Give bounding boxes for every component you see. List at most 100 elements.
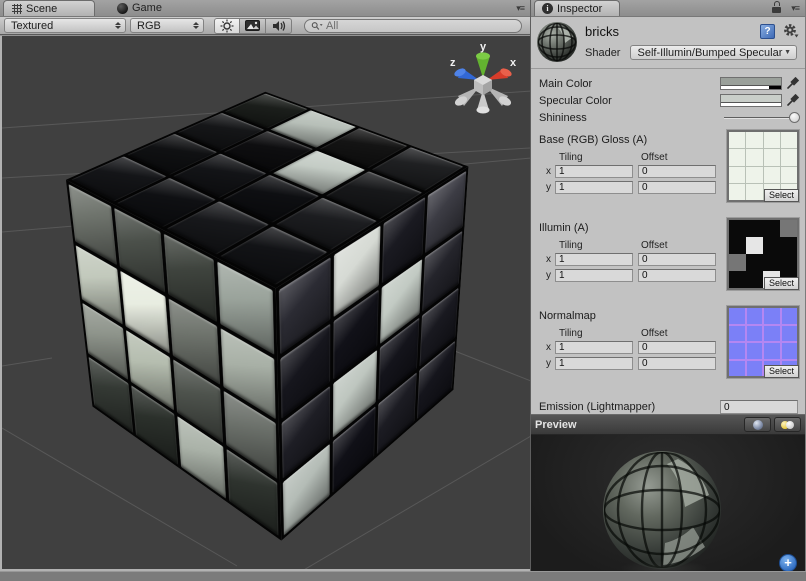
scene-tabbar: Scene Game ▾≡ — [0, 0, 530, 17]
dropdown-caret-icon: ▼ — [784, 49, 791, 56]
normalmap-offset-x-field[interactable] — [638, 341, 716, 354]
illumin-tiling-x-field[interactable] — [555, 253, 633, 266]
updown-arrows-icon — [115, 22, 121, 29]
preview-canvas[interactable]: + — [531, 435, 805, 580]
x-axis-label: x — [539, 254, 555, 265]
draw-mode-value: Textured — [11, 20, 53, 32]
gizmo-z-axis[interactable] — [453, 67, 479, 80]
offset-header: Offset — [641, 328, 721, 339]
scene-panel: Scene Game ▾≡ Textured RGB — [0, 0, 531, 571]
material-sphere-grid — [537, 22, 577, 62]
sun-icon — [220, 19, 234, 33]
texture-section-base: Base (RGB) Gloss (A) Tiling Offset x y — [539, 134, 799, 210]
orientation-gizmo[interactable]: y x z — [440, 38, 526, 124]
bricks-cube-object[interactable] — [30, 84, 500, 554]
draw-mode-dropdown[interactable]: Textured — [4, 18, 126, 33]
shader-dropdown[interactable]: Self-Illumin/Bumped Specular ▼ — [630, 45, 797, 60]
scene-search-field[interactable] — [304, 19, 522, 33]
inspector-panel-menu-icon[interactable]: ▾≡ — [791, 3, 799, 14]
material-header: bricks Shader Self-Illumin/Bumped Specul… — [531, 17, 805, 69]
preview-title: Preview — [535, 419, 577, 431]
illumin-offset-x-field[interactable] — [638, 253, 716, 266]
render-mode-value: RGB — [137, 20, 161, 32]
normalmap-tiling-y-field[interactable] — [555, 357, 633, 370]
gizmo-z-label: z — [450, 57, 456, 69]
updown-arrows-icon — [193, 22, 199, 29]
scene-toolbar: Textured RGB — [0, 17, 530, 35]
normalmap-texture-thumbnail[interactable]: Select — [727, 306, 799, 378]
illumin-tiling-y-field[interactable] — [555, 269, 633, 282]
gizmo-y-label: y — [480, 41, 487, 53]
scene-grid-icon — [12, 4, 22, 14]
sphere-icon — [753, 420, 763, 430]
illumin-texture-thumbnail[interactable]: Select — [727, 218, 799, 290]
preview-lighting-button[interactable] — [774, 417, 801, 432]
eyedropper-icon[interactable] — [786, 94, 799, 107]
scene-panel-menu-icon[interactable]: ▾≡ — [516, 3, 524, 14]
tab-inspector[interactable]: i Inspector — [534, 0, 620, 16]
preview-header[interactable]: Preview — [531, 415, 805, 435]
specular-color-label: Specular Color — [539, 95, 612, 107]
search-icon — [311, 21, 323, 31]
base-tiling-y-field[interactable] — [555, 181, 633, 194]
material-properties: Main Color Specular Color — [531, 69, 805, 414]
tab-scene[interactable]: Scene — [3, 0, 95, 16]
inspector-tabbar: i Inspector ▾≡ — [531, 0, 805, 17]
gizmo-x-axis[interactable] — [487, 67, 513, 80]
add-preview-button[interactable]: + — [779, 554, 797, 572]
specular-color-swatch[interactable] — [720, 94, 782, 107]
tab-game-label: Game — [132, 2, 162, 14]
tab-game[interactable]: Game — [109, 0, 176, 16]
shininess-slider[interactable] — [724, 111, 798, 124]
texture-section-normalmap: Normalmap Tiling Offset x y — [539, 310, 799, 386]
gizmo-y-axis[interactable] — [476, 52, 490, 78]
editor-window: Scene Game ▾≡ Textured RGB — [0, 0, 806, 571]
shininess-label: Shininess — [539, 112, 587, 124]
base-offset-x-field[interactable] — [638, 165, 716, 178]
lighting-toggle-button[interactable] — [214, 18, 240, 34]
offset-header: Offset — [641, 152, 721, 163]
audio-toggle-button[interactable] — [266, 18, 292, 34]
search-input[interactable] — [326, 20, 515, 32]
speaker-icon — [272, 20, 286, 32]
y-axis-label: y — [539, 182, 555, 193]
render-mode-dropdown[interactable]: RGB — [130, 18, 204, 33]
y-axis-label: y — [539, 358, 555, 369]
preview-sphere-button[interactable] — [744, 417, 771, 432]
illumin-select-button[interactable]: Select — [764, 277, 799, 290]
shininess-slider-knob[interactable] — [789, 112, 800, 123]
main-color-label: Main Color — [539, 78, 592, 90]
normalmap-offset-y-field[interactable] — [638, 357, 716, 370]
scene-viewport[interactable]: y x z — [0, 36, 530, 571]
x-axis-label: x — [539, 166, 555, 177]
base-tiling-x-field[interactable] — [555, 165, 633, 178]
gear-icon[interactable] — [782, 23, 799, 39]
main-color-swatch[interactable] — [720, 77, 782, 90]
tiling-header: Tiling — [559, 328, 641, 339]
base-select-button[interactable]: Select — [764, 189, 799, 202]
eyedropper-icon[interactable] — [786, 77, 799, 90]
preview-panel: Preview — [531, 414, 805, 580]
lock-icon[interactable] — [772, 5, 781, 13]
emission-label: Emission (Lightmapper) — [539, 401, 655, 413]
gizmo-center-cube[interactable] — [474, 75, 492, 95]
base-offset-y-field[interactable] — [638, 181, 716, 194]
material-thumbnail[interactable] — [537, 22, 577, 62]
tiling-header: Tiling — [559, 240, 641, 251]
x-axis-label: x — [539, 342, 555, 353]
image-icon — [245, 20, 260, 31]
shader-value: Self-Illumin/Bumped Specular — [637, 47, 782, 59]
tiling-header: Tiling — [559, 152, 641, 163]
normalmap-select-button[interactable]: Select — [764, 365, 799, 378]
base-texture-thumbnail[interactable]: Select — [727, 130, 799, 202]
help-icon[interactable]: ? — [760, 24, 775, 39]
preview-sphere — [603, 451, 721, 569]
effects-toggle-button[interactable] — [240, 18, 266, 34]
y-axis-label: y — [539, 270, 555, 281]
emission-field[interactable] — [720, 400, 798, 414]
normalmap-tiling-x-field[interactable] — [555, 341, 633, 354]
game-icon — [117, 3, 128, 14]
info-icon: i — [542, 3, 553, 14]
illumin-offset-y-field[interactable] — [638, 269, 716, 282]
texture-section-illumin: Illumin (A) Tiling Offset x y — [539, 222, 799, 298]
